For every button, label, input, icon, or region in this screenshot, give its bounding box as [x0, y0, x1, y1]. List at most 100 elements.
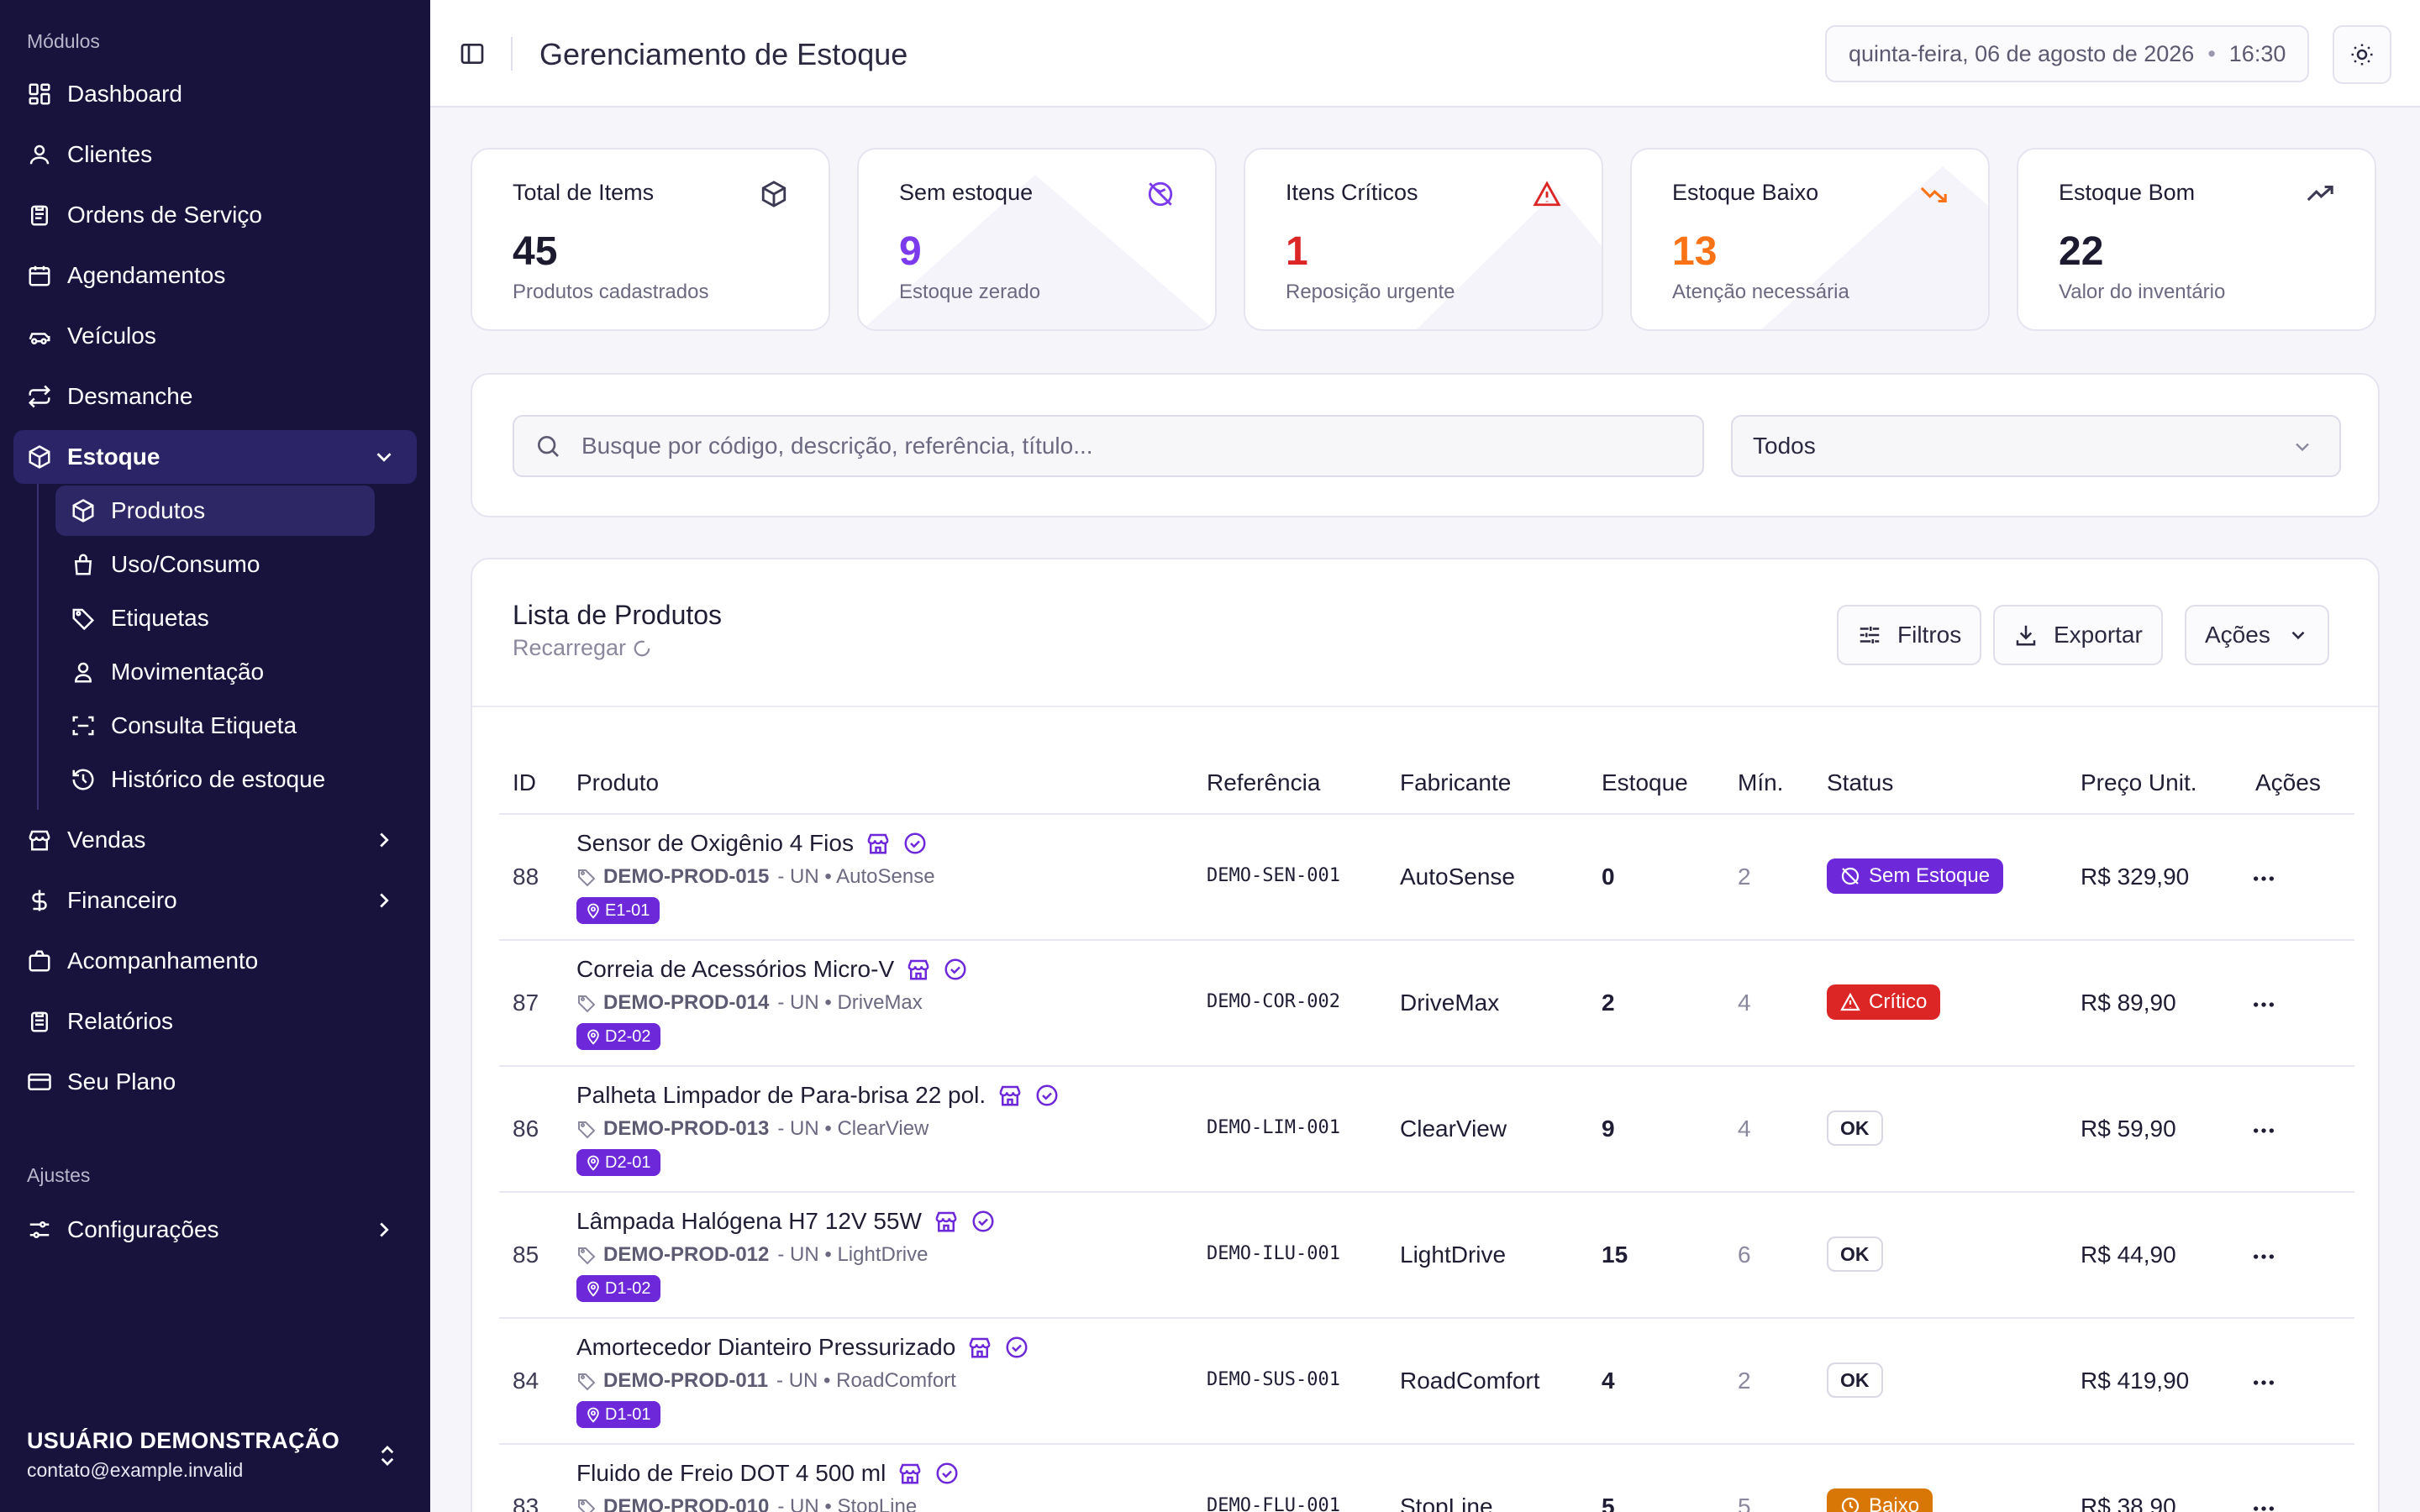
- min-qty: 4: [1738, 1116, 1751, 1142]
- chevron-down-icon: [376, 453, 392, 462]
- more-horizontal-icon[interactable]: [2250, 1117, 2277, 1144]
- filters-button[interactable]: Filtros: [1837, 605, 1982, 665]
- sidebar-item-agendamentos[interactable]: Agendamentos: [13, 249, 417, 302]
- sliders-icon: [29, 1221, 50, 1238]
- reference: DEMO-SUS-001: [1207, 1369, 1340, 1390]
- table-row[interactable]: 85 Lâmpada Halógena H7 12V 55W DEMO-PROD-0…: [499, 1191, 2354, 1317]
- column-header-referencia[interactable]: Referência: [1207, 769, 1320, 796]
- stat-label: Itens Críticos: [1286, 180, 1418, 205]
- stat-desc: Estoque zerado: [899, 281, 1041, 303]
- row-id: 87: [513, 990, 539, 1016]
- product-name[interactable]: Fluido de Freio DOT 4 500 ml: [576, 1460, 960, 1487]
- sidebar-item-desmanche[interactable]: Desmanche: [13, 370, 417, 423]
- sidebar-toggle-icon[interactable]: [459, 40, 486, 67]
- reference: DEMO-FLU-001: [1207, 1495, 1340, 1512]
- sidebar-subitem-produtos[interactable]: Produtos: [55, 486, 375, 536]
- status-text: Baixo: [1869, 1494, 1920, 1512]
- calendar-icon: [29, 265, 50, 286]
- column-header-fabricante[interactable]: Fabricante: [1400, 769, 1511, 796]
- product-name[interactable]: Palheta Limpador de Para-brisa 22 pol.: [576, 1082, 1060, 1109]
- sidebar-subitem-movimentacao[interactable]: Movimentação: [55, 647, 375, 697]
- sidebar-item-relatorios[interactable]: Relatórios: [13, 995, 417, 1048]
- product-name[interactable]: Sensor de Oxigênio 4 Fios: [576, 830, 928, 857]
- product-unit-brand: - UN • LightDrive: [777, 1243, 929, 1266]
- car-icon: [29, 333, 50, 344]
- column-header-status[interactable]: Status: [1827, 769, 1893, 796]
- dashboard-icon: [29, 83, 50, 105]
- user-menu[interactable]: USUÁRIO DEMONSTRAÇÃO contato@example.inv…: [27, 1428, 339, 1482]
- stock-qty: 2: [1602, 990, 1615, 1016]
- briefcase-icon: [29, 950, 50, 972]
- product-name[interactable]: Lâmpada Halógena H7 12V 55W: [576, 1208, 996, 1235]
- check-circle-icon: [904, 832, 926, 854]
- more-horizontal-icon[interactable]: [2250, 865, 2277, 892]
- column-header-produto[interactable]: Produto: [576, 769, 659, 796]
- more-horizontal-icon[interactable]: [2250, 1495, 2277, 1512]
- more-horizontal-icon[interactable]: [2250, 991, 2277, 1018]
- sidebar-item-estoque[interactable]: Estoque: [13, 430, 417, 484]
- sidebar-subitem-uso-consumo[interactable]: Uso/Consumo: [55, 539, 375, 590]
- product-name-text: Palheta Limpador de Para-brisa 22 pol.: [576, 1082, 986, 1108]
- dollar-icon: [32, 890, 47, 911]
- sidebar-item-clientes[interactable]: Clientes: [13, 128, 417, 181]
- chevron-down-icon: [2296, 443, 2309, 452]
- search-placeholder: Busque por código, descrição, referência…: [581, 433, 1093, 459]
- store-icon: [908, 959, 929, 980]
- product-code: DEMO-PROD-013: [603, 1117, 770, 1140]
- stock-qty: 9: [1602, 1116, 1615, 1142]
- sidebar-subitem-etiquetas[interactable]: Etiquetas: [55, 593, 375, 643]
- search-input[interactable]: Busque por código, descrição, referência…: [513, 415, 1704, 477]
- location-badge: D1-02: [576, 1275, 661, 1302]
- status-filter-select[interactable]: Todos: [1731, 415, 2341, 477]
- check-circle-icon: [972, 1210, 994, 1232]
- sidebar-item-configuracoes[interactable]: Configurações: [13, 1203, 417, 1257]
- sidebar-item-acompanhamento[interactable]: Acompanhamento: [13, 934, 417, 988]
- product-meta: DEMO-PROD-011 - UN • RoadComfort: [576, 1369, 956, 1393]
- table-row[interactable]: 87 Correia de Acessórios Micro-V DEMO-PROD…: [499, 939, 2354, 1065]
- sidebar-item-label: Configurações: [67, 1216, 219, 1242]
- table-row[interactable]: 83 Fluido de Freio DOT 4 500 ml DEMO-PROD-…: [499, 1443, 2354, 1512]
- tag-icon: [578, 1121, 596, 1139]
- clipboard-icon: [31, 205, 48, 226]
- table-row[interactable]: 84 Amortecedor Dianteiro Pressurizado DEMO…: [499, 1317, 2354, 1443]
- status-badge: Baixo: [1827, 1488, 1933, 1512]
- theme-toggle-button[interactable]: [2333, 25, 2391, 84]
- product-name[interactable]: Correia de Acessórios Micro-V: [576, 956, 968, 983]
- check-circle-icon: [1006, 1336, 1028, 1358]
- reference: DEMO-ILU-001: [1207, 1243, 1340, 1264]
- product-name[interactable]: Amortecedor Dianteiro Pressurizado: [576, 1334, 1029, 1361]
- tag-icon: [578, 1499, 596, 1512]
- export-button[interactable]: Exportar: [1993, 605, 2163, 665]
- filters-label: Filtros: [1897, 622, 1962, 648]
- sidebar-item-financeiro[interactable]: Financeiro: [13, 874, 417, 927]
- location-badge: D2-02: [576, 1023, 661, 1050]
- store-icon: [999, 1085, 1021, 1106]
- status-text: OK: [1840, 1242, 1870, 1265]
- column-header-min[interactable]: Mín.: [1738, 769, 1783, 796]
- more-horizontal-icon[interactable]: [2250, 1243, 2277, 1270]
- sidebar-item-veiculos[interactable]: Veículos: [13, 309, 417, 363]
- user-email: contato@example.invalid: [27, 1459, 244, 1481]
- sidebar-item-ordens-servico[interactable]: Ordens de Serviço: [13, 188, 417, 242]
- column-header-id[interactable]: ID: [513, 769, 536, 796]
- stock-qty: 4: [1602, 1368, 1615, 1394]
- chevrons-up-down-icon[interactable]: [375, 1443, 400, 1468]
- sidebar-subitem-consulta-etiqueta[interactable]: Consulta Etiqueta: [55, 701, 375, 751]
- reload-link[interactable]: Recarregar: [513, 635, 651, 661]
- sidebar-item-dashboard[interactable]: Dashboard: [13, 67, 417, 121]
- sidebar-item-seu-plano[interactable]: Seu Plano: [13, 1055, 417, 1109]
- table-row[interactable]: 88 Sensor de Oxigênio 4 Fios DEMO-PROD-015…: [499, 813, 2354, 939]
- package-off-icon: [1148, 181, 1173, 207]
- box-icon: [761, 181, 786, 207]
- column-header-preco[interactable]: Preço Unit.: [2081, 769, 2197, 796]
- column-header-estoque[interactable]: Estoque: [1602, 769, 1688, 796]
- sidebar-subitem-historico[interactable]: Histórico de estoque: [55, 754, 375, 805]
- table-row[interactable]: 86 Palheta Limpador de Para-brisa 22 pol.…: [499, 1065, 2354, 1191]
- actions-dropdown-button[interactable]: Ações: [2185, 605, 2329, 665]
- unit-price: R$ 44,90: [2081, 1242, 2176, 1268]
- sidebar-item-label: Veículos: [67, 323, 156, 349]
- sidebar-item-vendas[interactable]: Vendas: [13, 813, 417, 867]
- map-pin-icon: [587, 1407, 599, 1423]
- stat-value: 1: [1286, 229, 1308, 274]
- more-horizontal-icon[interactable]: [2250, 1369, 2277, 1396]
